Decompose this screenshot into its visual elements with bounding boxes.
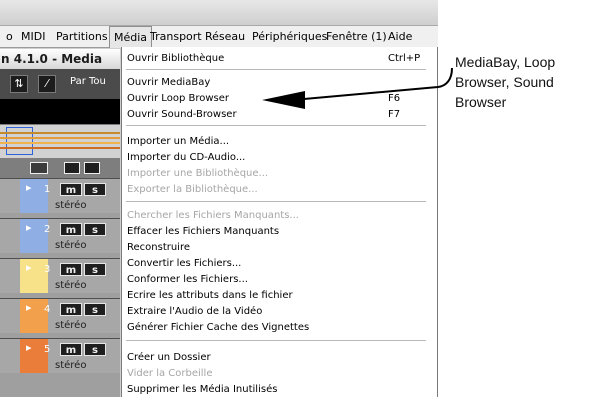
solo-button[interactable]: s (84, 263, 106, 276)
menu-convertir-fichiers[interactable]: Convertir les Fichiers... (127, 256, 427, 271)
track-number: 3 (44, 264, 51, 275)
track-row[interactable]: ▸ 2 m s stéréo (0, 218, 120, 253)
track-list-header (0, 158, 120, 178)
track-list-mute-all[interactable] (64, 162, 80, 174)
shortcut-ouvrir-sound-browser: F7 (388, 109, 401, 120)
menu-item-peripheriques[interactable]: Périphériques (248, 26, 331, 48)
menu-importer-cd-audio[interactable]: Importer du CD-Audio... (127, 150, 427, 165)
track-format-label: stéréo (55, 360, 87, 371)
track-row[interactable]: ▸ 3 m s stéréo (0, 258, 120, 293)
track-list-icon[interactable] (30, 162, 48, 174)
menu-generer-cache-vignettes[interactable]: Générer Fichier Cache des Vignettes (127, 320, 427, 335)
menu-conformer-fichiers[interactable]: Conformer les Fichiers... (127, 272, 427, 287)
menu-item-partitions[interactable]: Partitions (52, 26, 112, 48)
menu-creer-dossier[interactable]: Créer un Dossier (127, 350, 427, 365)
menu-item-transport[interactable]: Transport (146, 26, 206, 48)
menu-chercher-fichiers-manquants: Chercher les Fichiers Manquants... (127, 210, 299, 221)
track-format-label: stéréo (55, 280, 87, 291)
mute-button[interactable]: m (60, 303, 82, 316)
mute-button[interactable]: m (60, 263, 82, 276)
expand-icon[interactable]: ▸ (26, 301, 32, 314)
media-menu-dropdown: Ouvrir Bibliothèque Ctrl+P Ouvrir MediaB… (121, 47, 438, 397)
solo-button[interactable]: s (84, 303, 106, 316)
part-label: Par Tou (70, 76, 106, 87)
track-list: ▸ 1 m s stéréo ▸ 2 m s stéréo ▸ 3 m s st… (0, 178, 120, 397)
title-bar (0, 0, 438, 26)
menu-vider-corbeille: Vider la Corbeille (127, 368, 213, 379)
solo-button[interactable]: s (84, 223, 106, 236)
track-format-label: stéréo (55, 240, 87, 251)
menu-importer-bibliotheque: Importer une Bibliothèque... (127, 168, 269, 179)
shortcut-ouvrir-bibliotheque: Ctrl+P (388, 53, 421, 64)
menu-ouvrir-sound-browser[interactable]: Ouvrir Sound-Browser (127, 107, 427, 122)
overview-line (0, 124, 120, 158)
menu-ouvrir-mediabay[interactable]: Ouvrir MediaBay (127, 75, 427, 90)
track-format-label: stéréo (55, 320, 87, 331)
track-row[interactable]: ▸ 1 m s stéréo (0, 178, 120, 213)
menu-ouvrir-bibliotheque[interactable]: Ouvrir Bibliothèque (127, 51, 427, 66)
track-number: 5 (44, 344, 51, 355)
menu-bar: o MIDI Partitions Média Transport Réseau… (0, 26, 438, 48)
project-window: n 4.1.0 - Media ⇅ ⁄ Par Tou ▸ 1 m s stér… (0, 49, 120, 397)
ruler (0, 99, 120, 124)
menu-item-aide[interactable]: Aide (384, 26, 416, 48)
shortcut-ouvrir-loop-browser: F6 (388, 93, 401, 104)
expand-icon[interactable]: ▸ (26, 341, 32, 354)
tool-button[interactable]: ⇅ (10, 75, 28, 93)
project-toolbar: ⇅ ⁄ Par Tou (0, 69, 120, 99)
menu-separator (126, 125, 426, 126)
menu-item-midi[interactable]: MIDI (17, 26, 49, 48)
menu-item-fenetre[interactable]: Fenêtre (1) (322, 26, 391, 48)
callout-text: MediaBay, Loop Browser, Sound Browser (455, 54, 556, 110)
menu-reconstruire[interactable]: Reconstruire (127, 240, 427, 255)
menu-item-o[interactable]: o (2, 26, 17, 48)
menu-separator (126, 340, 426, 341)
expand-icon[interactable]: ▸ (26, 181, 32, 194)
menu-separator (126, 69, 426, 70)
overview-line-4 (0, 147, 120, 149)
menu-importer-media[interactable]: Importer un Média... (127, 134, 427, 149)
mute-button[interactable]: m (60, 343, 82, 356)
menu-supprimer-media-inutilises[interactable]: Supprimer les Média Inutilisés (127, 382, 427, 397)
automation-button[interactable]: ⁄ (38, 75, 56, 93)
track-row[interactable]: ▸ 5 m s stéréo (0, 338, 120, 373)
overview-line-2 (0, 137, 120, 139)
menu-effacer-fichiers-manquants[interactable]: Effacer les Fichiers Manquants (127, 224, 427, 239)
menu-ecrire-attributs[interactable]: Ecrire les attributs dans le fichier (127, 288, 427, 303)
menu-separator (126, 201, 426, 202)
overview-line-3 (0, 142, 120, 144)
app-window: o MIDI Partitions Média Transport Réseau… (0, 0, 438, 397)
solo-button[interactable]: s (84, 183, 106, 196)
menu-extraire-audio-video[interactable]: Extraire l'Audio de la Vidéo (127, 304, 427, 319)
mute-button[interactable]: m (60, 223, 82, 236)
menu-exporter-bibliotheque: Exporter la Bibliothèque... (127, 184, 258, 195)
track-number: 1 (44, 184, 51, 195)
track-format-label: stéréo (55, 200, 87, 211)
project-title: n 4.1.0 - Media (0, 49, 120, 69)
expand-icon[interactable]: ▸ (26, 221, 32, 234)
mute-button[interactable]: m (60, 183, 82, 196)
solo-button[interactable]: s (84, 343, 106, 356)
track-row[interactable]: ▸ 4 m s stéréo (0, 298, 120, 333)
overview-line-1 (0, 132, 120, 134)
track-list-solo-all[interactable] (84, 162, 100, 174)
menu-item-reseau[interactable]: Réseau (201, 26, 249, 48)
track-number: 2 (44, 224, 51, 235)
menu-ouvrir-loop-browser[interactable]: Ouvrir Loop Browser (127, 91, 427, 106)
track-number: 4 (44, 304, 51, 315)
expand-icon[interactable]: ▸ (26, 261, 32, 274)
